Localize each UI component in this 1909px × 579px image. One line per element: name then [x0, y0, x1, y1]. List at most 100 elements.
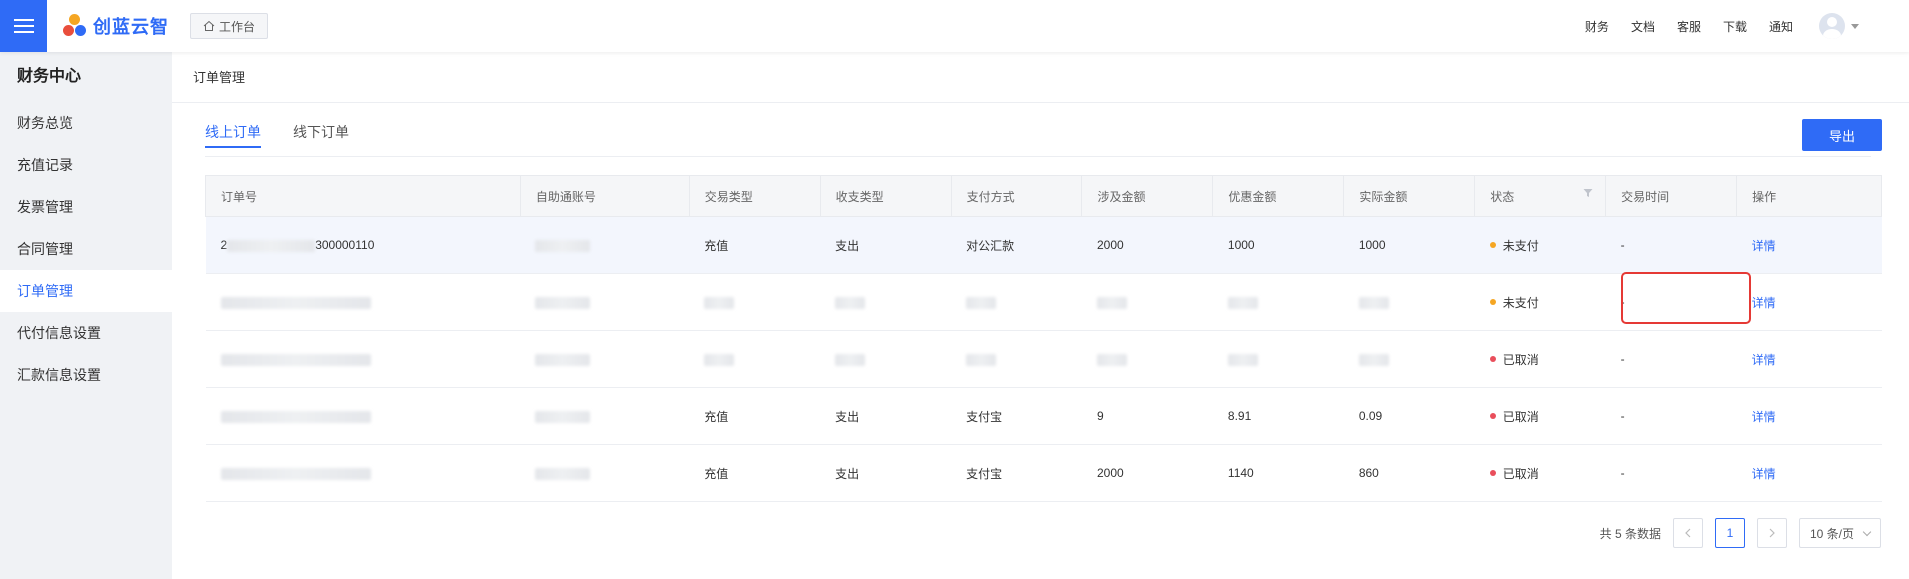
cell-action: 详情 — [1736, 330, 1882, 388]
hamburger-line — [13, 25, 34, 27]
next-page-button[interactable] — [1757, 518, 1787, 548]
redacted-mask — [220, 467, 371, 480]
status-dot — [1489, 470, 1496, 476]
cell-trade-type: 充值 — [689, 387, 821, 445]
cell-actual: 1000 — [1343, 216, 1475, 274]
cell-io-type: 支出 — [820, 216, 952, 274]
sidebar-item-remittance-settings[interactable]: 汇款信息设置 — [0, 354, 172, 396]
nav-docs[interactable]: 文档 — [1631, 18, 1655, 35]
cell-actual — [1343, 330, 1475, 388]
cell-pay-method — [951, 330, 1082, 388]
nav-support[interactable]: 客服 — [1677, 18, 1701, 35]
status-dot — [1489, 413, 1496, 419]
cell-action: 详情 — [1736, 273, 1882, 331]
redacted-mask — [704, 353, 735, 366]
cell-order-no — [205, 387, 521, 445]
col-action: 操作 — [1736, 175, 1882, 217]
table-row: 2 300000110 充值 支出 对公汇款 2000 1000 1000 未支付 - 详情 — [205, 216, 1882, 274]
cell-io-type — [820, 330, 952, 388]
cell-actual — [1343, 273, 1475, 331]
workbench-button[interactable]: 工作台 — [190, 13, 269, 39]
chevron-down-icon — [1851, 23, 1859, 29]
col-order-no: 订单号 — [205, 175, 521, 217]
sidebar-item-recharge-records[interactable]: 充值记录 — [0, 144, 172, 186]
nav-finance[interactable]: 财务 — [1585, 18, 1609, 35]
tab-online-orders[interactable]: 线上订单 — [205, 116, 261, 156]
filter-icon[interactable] — [1583, 188, 1593, 198]
nav-download[interactable]: 下载 — [1723, 18, 1747, 35]
cell-discount — [1212, 273, 1344, 331]
col-amount: 涉及金额 — [1081, 175, 1214, 217]
logo-icon — [63, 14, 87, 38]
cell-time: - — [1605, 273, 1737, 331]
redacted-mask — [1358, 353, 1389, 366]
detail-link[interactable]: 详情 — [1752, 296, 1776, 310]
detail-link[interactable]: 详情 — [1752, 410, 1776, 424]
cell-discount: 8.91 — [1212, 387, 1344, 445]
sidebar-item-contract-management[interactable]: 合同管理 — [0, 228, 172, 270]
redacted-mask — [535, 239, 591, 252]
redacted-mask — [704, 296, 735, 309]
cell-status: 未支付 — [1474, 273, 1606, 331]
redacted-mask — [966, 353, 997, 366]
cell-time: - — [1605, 216, 1737, 274]
col-discount: 优惠金额 — [1212, 175, 1345, 217]
cell-order-no — [205, 273, 521, 331]
cell-amount — [1081, 273, 1213, 331]
breadcrumb: 订单管理 — [172, 52, 1909, 103]
status-dot — [1489, 242, 1496, 248]
status-badge: 已取消 — [1489, 408, 1539, 425]
redacted-mask — [227, 239, 316, 252]
col-time: 交易时间 — [1605, 175, 1738, 217]
page-size-value: 10 条/页 — [1810, 526, 1855, 541]
cell-action: 详情 — [1736, 444, 1882, 502]
sidebar-item-proxy-payment-settings[interactable]: 代付信息设置 — [0, 312, 172, 354]
menu-toggle-button[interactable] — [0, 0, 47, 52]
user-menu[interactable] — [1819, 13, 1859, 39]
col-pay-method: 支付方式 — [950, 175, 1083, 217]
cell-status: 未支付 — [1474, 216, 1606, 274]
total-count: 共 5 条数据 — [1599, 526, 1661, 541]
cell-order-no: 2 300000110 — [205, 216, 521, 274]
status-dot — [1489, 299, 1496, 305]
pagination: 共 5 条数据 1 10 条/页 — [1600, 518, 1881, 548]
cell-amount: 9 — [1081, 387, 1213, 445]
cell-pay-method: 支付宝 — [951, 387, 1082, 445]
header-nav: 财务 文档 客服 下载 通知 — [1585, 0, 1909, 52]
detail-link[interactable]: 详情 — [1752, 239, 1776, 253]
redacted-mask — [1227, 296, 1258, 309]
cell-time: - — [1605, 444, 1737, 502]
export-button[interactable]: 导出 — [1802, 119, 1882, 151]
main-content: 订单管理 线上订单 线下订单 导出 订单号 自助通账号 交易类型 收支类型 支付… — [172, 52, 1909, 579]
sidebar-item-finance-overview[interactable]: 财务总览 — [0, 102, 172, 144]
tab-offline-orders[interactable]: 线下订单 — [293, 116, 349, 156]
page-button-1[interactable]: 1 — [1715, 518, 1745, 548]
detail-link[interactable]: 详情 — [1752, 353, 1776, 367]
page-size-select[interactable]: 10 条/页 — [1799, 518, 1881, 548]
cell-status: 已取消 — [1474, 444, 1606, 502]
table-row: 充值 支出 支付宝 2000 1140 860 已取消 - 详情 — [205, 444, 1882, 502]
prev-page-button[interactable] — [1673, 518, 1703, 548]
cell-amount: 2000 — [1081, 216, 1213, 274]
hamburger-line — [13, 31, 34, 33]
status-badge: 未支付 — [1489, 294, 1539, 311]
col-account: 自助通账号 — [519, 175, 690, 217]
redacted-mask — [1096, 353, 1127, 366]
top-header: 创蓝云智 工作台 财务 文档 客服 下载 通知 — [0, 0, 1909, 52]
hamburger-line — [13, 19, 34, 21]
status-badge: 已取消 — [1489, 351, 1539, 368]
status-badge: 已取消 — [1489, 465, 1539, 482]
detail-link[interactable]: 详情 — [1752, 467, 1776, 481]
cell-time: - — [1605, 330, 1737, 388]
logo-text: 创蓝云智 — [93, 17, 169, 37]
cell-discount — [1212, 330, 1344, 388]
redacted-mask — [966, 296, 997, 309]
nav-notifications[interactable]: 通知 — [1769, 18, 1793, 35]
redacted-mask — [1227, 353, 1258, 366]
redacted-mask — [535, 353, 591, 366]
brand-logo[interactable]: 创蓝云智 — [63, 13, 169, 39]
sidebar-item-invoice-management[interactable]: 发票管理 — [0, 186, 172, 228]
sidebar-item-order-management[interactable]: 订单管理 — [0, 270, 172, 312]
redacted-mask — [535, 296, 591, 309]
cell-amount: 2000 — [1081, 444, 1213, 502]
